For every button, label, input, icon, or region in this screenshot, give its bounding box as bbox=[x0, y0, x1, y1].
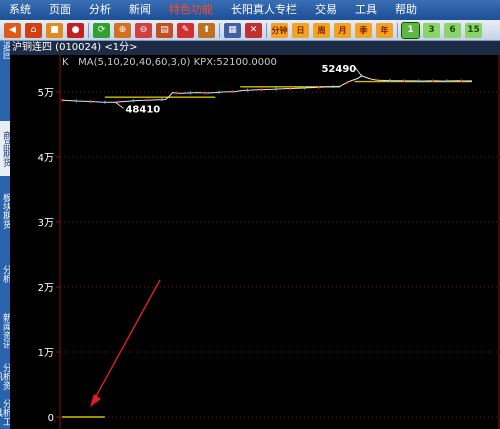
menu-item[interactable]: 帮助 bbox=[386, 0, 426, 20]
indicator-label: K bbox=[62, 57, 69, 68]
chart-title-bar: 沪铜连四 (010024) <1分> bbox=[10, 41, 500, 55]
indicator-text: K MA(5,10,20,40,60,3,0) KPX:52100.0000 bbox=[62, 57, 277, 68]
candle-mark bbox=[175, 91, 177, 95]
stop-icon[interactable]: ● bbox=[67, 22, 84, 38]
period-button[interactable]: 季 bbox=[355, 22, 372, 38]
candle-mark bbox=[118, 100, 120, 104]
menu-item[interactable]: 分析 bbox=[80, 0, 120, 20]
period-button[interactable]: 周 bbox=[313, 22, 330, 38]
toolbar-separator bbox=[88, 22, 89, 38]
back-icon[interactable]: ◀ bbox=[4, 22, 21, 38]
toolbar-separator bbox=[266, 22, 267, 38]
sidebar-tab[interactable]: 返回 bbox=[0, 41, 10, 59]
y-tick-label: 3万 bbox=[38, 218, 54, 229]
candle-mark bbox=[61, 98, 63, 102]
refresh-icon[interactable]: ⟳ bbox=[93, 22, 110, 38]
candle-mark bbox=[289, 86, 291, 90]
pen-icon[interactable]: ✎ bbox=[177, 22, 194, 38]
candle-mark bbox=[432, 79, 434, 83]
arrow-head bbox=[90, 394, 101, 407]
sidebar-tab[interactable]: 分析工具 bbox=[0, 396, 10, 429]
chart-title: 沪铜连四 (010024) <1分> bbox=[12, 42, 138, 53]
candle-mark bbox=[318, 85, 320, 89]
zoom-out-icon[interactable]: ⊖ bbox=[135, 22, 152, 38]
period-button[interactable]: 分钟 bbox=[271, 22, 288, 38]
menu-item[interactable]: 新闻 bbox=[120, 0, 160, 20]
interval-button[interactable]: 3 bbox=[423, 22, 440, 38]
sidebar-tab[interactable]: 新闻资讯 bbox=[0, 306, 10, 356]
interval-button[interactable]: 15 bbox=[465, 22, 482, 38]
candle-mark bbox=[389, 79, 391, 83]
candle-mark bbox=[403, 79, 405, 83]
candle-mark bbox=[75, 99, 77, 103]
annotation-pointer bbox=[355, 67, 362, 77]
candle-mark bbox=[90, 100, 92, 104]
candle-mark bbox=[303, 86, 306, 90]
stack-icon[interactable]: ▤ bbox=[156, 22, 173, 38]
candle-mark bbox=[446, 79, 448, 83]
sidebar-tab[interactable]: 分析 bbox=[0, 246, 10, 301]
candle-mark bbox=[147, 98, 149, 102]
candle-mark bbox=[161, 98, 163, 102]
sidebar-tab[interactable]: 商品期货 bbox=[0, 121, 10, 176]
y-tick-label: 2万 bbox=[38, 283, 54, 294]
candle-mark bbox=[346, 80, 348, 84]
rocket-icon[interactable]: ⬆ bbox=[198, 22, 215, 38]
period-button[interactable]: 月 bbox=[334, 22, 351, 38]
toolbar: ◀ ⌂ ■ ● ⟳ ⊕ ⊖ ▤ ✎ ⬆ ▦ ✕ 分钟日周月季年 1 3 6 15 bbox=[0, 20, 500, 41]
menu-item[interactable]: 系统 bbox=[0, 0, 40, 20]
toolbar-separator bbox=[397, 22, 398, 38]
interval-button[interactable]: 1 bbox=[401, 21, 420, 39]
menu-bar: 系统 页面 分析 新闻 特色功能 长阳真人专栏 交易 工具 帮助 bbox=[0, 0, 500, 20]
menu-item[interactable]: 工具 bbox=[346, 0, 386, 20]
ma-text: MA(5,10,20,40,60,3,0) KPX:52100.0000 bbox=[78, 57, 277, 68]
candle-mark bbox=[204, 91, 206, 95]
sidebar: 返回商品期货板块期货分析新闻资讯分析资讯分析工具 bbox=[0, 41, 10, 429]
home-icon[interactable]: ⌂ bbox=[25, 22, 42, 38]
y-tick-label: 4万 bbox=[38, 153, 54, 164]
notebook-icon[interactable]: ■ bbox=[46, 22, 63, 38]
price-chart[interactable]: 0 1万 2万 3万 4万 5万 48410 52490 bbox=[10, 55, 500, 429]
sidebar-tab[interactable]: 分析资讯 bbox=[0, 361, 10, 391]
period-button[interactable]: 年 bbox=[376, 22, 393, 38]
interval-button[interactable]: 6 bbox=[444, 22, 461, 38]
candle-mark bbox=[332, 85, 334, 89]
y-tick-label: 0 bbox=[48, 413, 54, 424]
candle-mark bbox=[375, 78, 377, 82]
zoom-in-icon[interactable]: ⊕ bbox=[114, 22, 131, 38]
price-annotation: 52490 bbox=[321, 64, 356, 75]
price-line bbox=[61, 75, 472, 103]
menu-item[interactable]: 交易 bbox=[306, 0, 346, 20]
period-button[interactable]: 日 bbox=[292, 22, 309, 38]
sidebar-tab[interactable]: 板块期货 bbox=[0, 181, 10, 241]
toolbar-separator bbox=[219, 22, 220, 38]
candle-mark bbox=[261, 88, 263, 92]
candle-mark bbox=[246, 88, 249, 92]
candle-mark bbox=[104, 100, 106, 104]
grid-icon[interactable]: ▦ bbox=[224, 22, 241, 38]
y-tick-label: 5万 bbox=[38, 88, 54, 99]
menu-item[interactable]: 特色功能 bbox=[160, 0, 222, 20]
candle-mark bbox=[275, 87, 277, 91]
y-tick-label: 1万 bbox=[38, 348, 54, 359]
candle-mark bbox=[132, 99, 135, 103]
candle-mark bbox=[232, 90, 234, 94]
candle-mark bbox=[460, 79, 463, 83]
delete-chart-icon[interactable]: ✕ bbox=[245, 22, 262, 38]
candle-mark bbox=[418, 79, 420, 83]
candle-mark bbox=[189, 91, 192, 95]
menu-item[interactable]: 页面 bbox=[40, 0, 80, 20]
price-annotation: 48410 bbox=[125, 104, 160, 115]
candle-mark bbox=[218, 90, 220, 94]
menu-item[interactable]: 长阳真人专栏 bbox=[222, 0, 306, 20]
arrow-line bbox=[93, 279, 161, 401]
